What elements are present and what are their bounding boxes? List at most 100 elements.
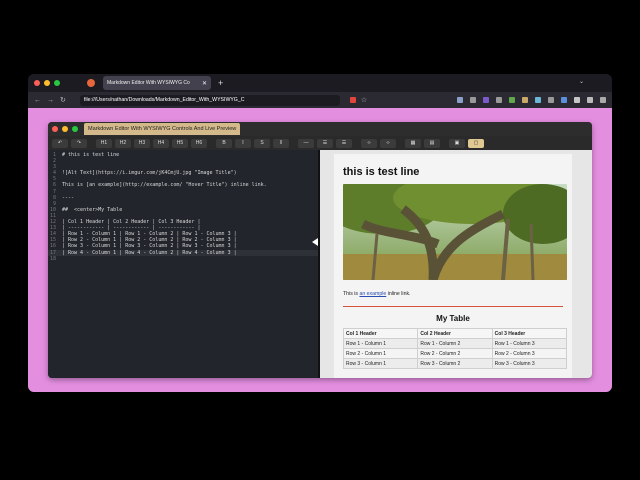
toolbar-button[interactable]: H4	[153, 138, 169, 148]
table-cell: Row 1 - Column 2	[417, 338, 493, 349]
table-cell: Row 1 - Column 3	[491, 338, 568, 349]
preview-paragraph: This is an example inline link.	[343, 291, 563, 297]
editor-window: Markdown Editor With WYSIWYG Controls An…	[48, 122, 592, 378]
back-icon[interactable]: ←	[34, 97, 41, 104]
editor-maximize-button[interactable]	[72, 126, 78, 132]
tree-image	[334, 172, 572, 282]
toolbar-button[interactable]: H3	[134, 138, 150, 148]
new-tab-button[interactable]: +	[218, 78, 223, 88]
toolbar-button[interactable]: ‖	[273, 138, 289, 148]
minimize-window-button[interactable]	[44, 80, 50, 86]
editor-title-bar: Markdown Editor With WYSIWYG Controls An…	[48, 122, 592, 136]
table-header-cell: Col 1 Header	[342, 328, 419, 339]
bookmark-star-icon[interactable]: ☆	[361, 96, 367, 104]
editor-panes: 1 # this is test line 2 3 4 ![Alt Text](https…	[48, 150, 592, 378]
browser-tab-bar: Markdown Editor With WYSIWYG Co ✕ + ⌄	[28, 74, 612, 92]
navigation-bar: ← → ↻ file:///Users/nathan/Downloads/Mar…	[28, 92, 612, 108]
toolbar-button[interactable]: H1	[96, 138, 112, 148]
maximize-window-button[interactable]	[54, 80, 60, 86]
account-icon[interactable]	[496, 97, 502, 103]
line-number: 18	[49, 255, 56, 262]
downloads-icon[interactable]	[470, 97, 476, 103]
toolbar-button[interactable]: ↶	[52, 138, 68, 148]
close-window-button[interactable]	[34, 80, 40, 86]
table-cell: Row 2 - Column 3	[491, 348, 568, 359]
toolbar-button[interactable]: H2	[115, 138, 131, 148]
extension-icon[interactable]	[548, 97, 554, 103]
table-cell: Row 2 - Column 1	[342, 348, 419, 359]
toolbar-button[interactable]: I	[235, 138, 251, 148]
browser-toolbar	[457, 97, 606, 103]
toolbar-button[interactable]: ▣	[449, 138, 465, 148]
preview-document: this is test line This is an example inl…	[334, 154, 572, 378]
toolbar-button[interactable]: ▦	[405, 138, 421, 148]
browser-tab-title: Markdown Editor With WYSIWYG Co	[107, 80, 190, 86]
toolbar-button[interactable]: ▤	[424, 138, 440, 148]
example-link[interactable]: an example	[359, 291, 386, 297]
line-text: | Row 4 - Column 1 | Row 4 - Column 2 | …	[62, 249, 237, 256]
chevron-down-icon[interactable]: ⌄	[579, 78, 584, 85]
extension-icon[interactable]	[574, 97, 580, 103]
preview-heading: this is test line	[343, 166, 420, 178]
toolbar-button[interactable]: —	[298, 138, 314, 148]
line-text: ![Alt Text](https://i.imgur.com/jK4CmjU.…	[62, 170, 237, 177]
line-text: ## <center>My Table	[62, 206, 123, 213]
para-text-after: inline link.	[386, 291, 411, 297]
extension-icon[interactable]	[509, 97, 515, 103]
line-text: This is [an example](http://example.com/…	[62, 182, 267, 189]
editor-window-controls	[52, 126, 78, 132]
menu-icon[interactable]	[600, 97, 606, 103]
table-cell: Row 3 - Column 3	[491, 358, 568, 369]
table-cell: Row 3 - Column 2	[417, 358, 493, 369]
line-text: # this is test line	[62, 152, 120, 158]
firefox-icon[interactable]	[87, 79, 95, 87]
horizontal-rule	[343, 306, 563, 307]
table-cell: Row 3 - Column 1	[342, 358, 419, 369]
table-header-cell: Col 2 Header	[417, 328, 493, 339]
page-viewport: Markdown Editor With WYSIWYG Controls An…	[28, 108, 612, 392]
address-actions: ☆	[349, 96, 367, 104]
extensions-puzzle-icon[interactable]	[587, 97, 593, 103]
address-bar[interactable]: file:///Users/nathan/Downloads/Markdown_…	[79, 94, 340, 106]
extension-icon[interactable]	[535, 97, 541, 103]
pane-resize-handle[interactable]	[312, 238, 318, 246]
markdown-code-pane[interactable]: 1 # this is test line 2 3 4 ![Alt Text](https…	[48, 150, 318, 378]
code-line[interactable]: 18	[48, 256, 318, 262]
toolbar-button[interactable]: H6	[191, 138, 207, 148]
editor-minimize-button[interactable]	[62, 126, 68, 132]
table-cell: Row 2 - Column 2	[417, 348, 493, 359]
table-row: Row 1 - Column 1 Row 1 - Column 2 Row 1 - …	[342, 338, 568, 349]
toolbar-button[interactable]: ‹›	[361, 138, 377, 148]
editor-title-tab: Markdown Editor With WYSIWYG Controls An…	[84, 123, 241, 135]
preview-pane: this is test line This is an example inl…	[320, 150, 592, 378]
toolbar-button[interactable]: B	[216, 138, 232, 148]
window-controls	[34, 80, 60, 86]
toolbar-button[interactable]: ☰	[336, 138, 352, 148]
table-row: Row 3 - Column 1 Row 3 - Column 2 Row 3 - …	[342, 358, 568, 369]
close-tab-icon[interactable]: ✕	[202, 80, 207, 87]
extension-icon[interactable]	[483, 97, 489, 103]
line-text	[58, 256, 62, 262]
browser-tab[interactable]: Markdown Editor With WYSIWYG Co ✕	[103, 76, 211, 90]
table-cell: Row 1 - Column 1	[342, 338, 419, 349]
toolbar-button[interactable]: ‹›	[380, 138, 396, 148]
toolbar-button[interactable]: ↷	[71, 138, 87, 148]
reload-icon[interactable]: ↻	[60, 96, 66, 104]
pocket-icon[interactable]	[457, 97, 463, 103]
toolbar-button[interactable]: S	[254, 138, 270, 148]
table-header-cell: Col 3 Header	[491, 328, 568, 339]
pdf-icon[interactable]	[349, 97, 356, 103]
para-text-before: This is	[343, 291, 360, 297]
extension-icon[interactable]	[522, 97, 528, 103]
table-header-row: Col 1 Header Col 2 Header Col 3 Header	[342, 328, 568, 339]
extension-icon[interactable]	[561, 97, 567, 103]
browser-window: Markdown Editor With WYSIWYG Co ✕ + ⌄ ← …	[28, 74, 612, 392]
preview-table: Col 1 Header Col 2 Header Col 3 Header Row …	[342, 328, 568, 369]
forward-icon[interactable]: →	[47, 97, 54, 104]
editor-close-button[interactable]	[52, 126, 58, 132]
table-row: Row 2 - Column 1 Row 2 - Column 2 Row 2 - …	[342, 348, 568, 359]
toolbar-button[interactable]: ☰	[317, 138, 333, 148]
toolbar-button[interactable]: ▢	[468, 138, 484, 148]
toolbar-button[interactable]: H5	[172, 138, 188, 148]
table-title: My Table	[436, 314, 470, 323]
